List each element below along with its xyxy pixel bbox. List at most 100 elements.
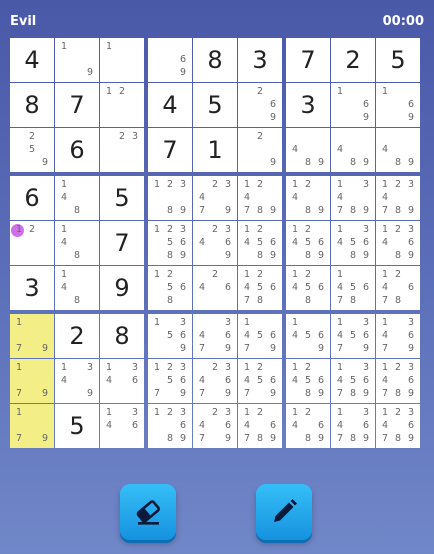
cell-r6c4[interactable]: 12 568 — [148, 266, 192, 310]
cell-r1c7[interactable]: 7 — [286, 38, 330, 82]
cell-r2c6[interactable]: 26 9 — [238, 83, 282, 127]
cell-r6c9[interactable]: 124 6 78 — [376, 266, 420, 310]
cell-r6c2[interactable]: 1 48 — [55, 266, 99, 310]
cell-r2c2[interactable]: 7 — [55, 83, 99, 127]
pencil-button[interactable] — [256, 484, 312, 540]
candidate-note: 6 — [179, 54, 187, 65]
cell-r3c5[interactable]: 1 — [193, 128, 237, 172]
cell-r6c7[interactable]: 124568 — [286, 266, 330, 310]
cell-r3c9[interactable]: 489 — [376, 128, 420, 172]
cell-r3c3[interactable]: 23 — [100, 128, 144, 172]
cell-r9c6[interactable]: 124 6 789 — [238, 404, 282, 448]
cell-r5c5[interactable]: 23 4 6 9 — [193, 221, 237, 265]
cell-r3c2[interactable]: 6 — [55, 128, 99, 172]
cell-r8c3[interactable]: 1 3 4 6 — [100, 359, 144, 403]
cell-r3c1[interactable]: 2 59 — [10, 128, 54, 172]
cell-r1c2[interactable]: 19 — [55, 38, 99, 82]
candidate-note: 4 — [291, 375, 299, 386]
cell-r7c6[interactable]: 1 456 7 9 — [238, 314, 282, 358]
cell-r7c4[interactable]: 1 356 9 — [148, 314, 192, 358]
cell-r2c7[interactable]: 3 — [286, 83, 330, 127]
cell-r8c9[interactable]: 123 4 6 789 — [376, 359, 420, 403]
cell-r9c7[interactable]: 124 689 — [286, 404, 330, 448]
cell-r2c5[interactable]: 5 — [193, 83, 237, 127]
cell-r6c8[interactable]: 1 456 78 — [331, 266, 375, 310]
cell-r2c4[interactable]: 4 — [148, 83, 192, 127]
cell-r4c4[interactable]: 123 89 — [148, 176, 192, 220]
candidate-note: 9 — [362, 388, 370, 399]
cell-r7c5[interactable]: 3 4 6 7 9 — [193, 314, 237, 358]
cell-r7c1[interactable]: 1 7 9 — [10, 314, 54, 358]
cell-r4c1[interactable]: 6 — [10, 176, 54, 220]
cell-r7c8[interactable]: 1 3 456 7 9 — [331, 314, 375, 358]
cell-r4c8[interactable]: 1 3 4 789 — [331, 176, 375, 220]
candidate-note: 9 — [317, 157, 325, 168]
cell-r4c2[interactable]: 1 48 — [55, 176, 99, 220]
candidate-note: 8 — [166, 433, 174, 444]
candidate-note: 9 — [407, 388, 415, 399]
cell-r1c6[interactable]: 3 — [238, 38, 282, 82]
candidate-note: 8 — [394, 433, 402, 444]
cell-r4c7[interactable]: 12489 — [286, 176, 330, 220]
cell-r4c3[interactable]: 5 — [100, 176, 144, 220]
cell-r3c4[interactable]: 7 — [148, 128, 192, 172]
cell-r7c2[interactable]: 2 — [55, 314, 99, 358]
cell-r5c9[interactable]: 123 4 689 — [376, 221, 420, 265]
cell-r5c2[interactable]: 1 48 — [55, 221, 99, 265]
candidate-note: 1 — [153, 269, 161, 280]
cell-r2c9[interactable]: 1 6 9 — [376, 83, 420, 127]
cell-r8c5[interactable]: 23 4 6 7 9 — [193, 359, 237, 403]
cell-r9c3[interactable]: 1 3 4 6 — [100, 404, 144, 448]
cell-r8c7[interactable]: 1245689 — [286, 359, 330, 403]
cell-r9c4[interactable]: 123 689 — [148, 404, 192, 448]
cell-r5c7[interactable]: 1245689 — [286, 221, 330, 265]
cell-r2c1[interactable]: 8 — [10, 83, 54, 127]
cell-value: 7 — [114, 229, 130, 257]
candidate-note: 5 — [304, 375, 312, 386]
cell-r2c3[interactable]: 12 — [100, 83, 144, 127]
cell-r3c8[interactable]: 489 — [331, 128, 375, 172]
cell-r9c8[interactable]: 1 3 4 6 789 — [331, 404, 375, 448]
candidate-note: 9 — [407, 343, 415, 354]
cell-r1c4[interactable]: 69 — [148, 38, 192, 82]
candidate-note: 7 — [243, 433, 251, 444]
eraser-button[interactable] — [120, 484, 176, 540]
cell-r4c6[interactable]: 124 789 — [238, 176, 282, 220]
cell-r1c3[interactable]: 1 — [100, 38, 144, 82]
candidate-note: 7 — [198, 433, 206, 444]
cell-r8c8[interactable]: 1 3 456 789 — [331, 359, 375, 403]
cell-r8c2[interactable]: 1 3 4 9 — [55, 359, 99, 403]
cell-value: 8 — [114, 322, 130, 350]
cell-r1c5[interactable]: 8 — [193, 38, 237, 82]
cell-r6c5[interactable]: 24 6 — [193, 266, 237, 310]
cell-r9c5[interactable]: 23 4 6 7 9 — [193, 404, 237, 448]
cell-r5c6[interactable]: 1245689 — [238, 221, 282, 265]
cell-r5c4[interactable]: 1235689 — [148, 221, 192, 265]
candidate-note: 3 — [224, 407, 232, 418]
cell-r1c8[interactable]: 2 — [331, 38, 375, 82]
cell-r4c5[interactable]: 23 4 7 9 — [193, 176, 237, 220]
cell-r1c1[interactable]: 4 — [10, 38, 54, 82]
cell-r1c9[interactable]: 5 — [376, 38, 420, 82]
candidate-note: 2 — [394, 362, 402, 373]
cell-r6c3[interactable]: 9 — [100, 266, 144, 310]
cell-r9c9[interactable]: 123 4 6 789 — [376, 404, 420, 448]
cell-r7c7[interactable]: 1 456 9 — [286, 314, 330, 358]
cell-r3c6[interactable]: 29 — [238, 128, 282, 172]
cell-r8c4[interactable]: 12356 7 9 — [148, 359, 192, 403]
cell-r8c1[interactable]: 1 7 9 — [10, 359, 54, 403]
cell-r6c6[interactable]: 12456 78 — [238, 266, 282, 310]
cell-r3c7[interactable]: 489 — [286, 128, 330, 172]
cell-r5c3[interactable]: 7 — [100, 221, 144, 265]
cell-r6c1[interactable]: 3 — [10, 266, 54, 310]
cell-r2c8[interactable]: 1 6 9 — [331, 83, 375, 127]
cell-r4c9[interactable]: 123 4 789 — [376, 176, 420, 220]
cell-r7c3[interactable]: 8 — [100, 314, 144, 358]
cell-r9c1[interactable]: 1 7 9 — [10, 404, 54, 448]
cell-r5c8[interactable]: 1 3 45689 — [331, 221, 375, 265]
cell-r5c1[interactable]: 12 — [10, 221, 54, 265]
candidate-note: 6 — [269, 282, 277, 293]
cell-r8c6[interactable]: 12456 7 9 — [238, 359, 282, 403]
cell-r7c9[interactable]: 1 3 4 6 7 9 — [376, 314, 420, 358]
cell-r9c2[interactable]: 5 — [55, 404, 99, 448]
